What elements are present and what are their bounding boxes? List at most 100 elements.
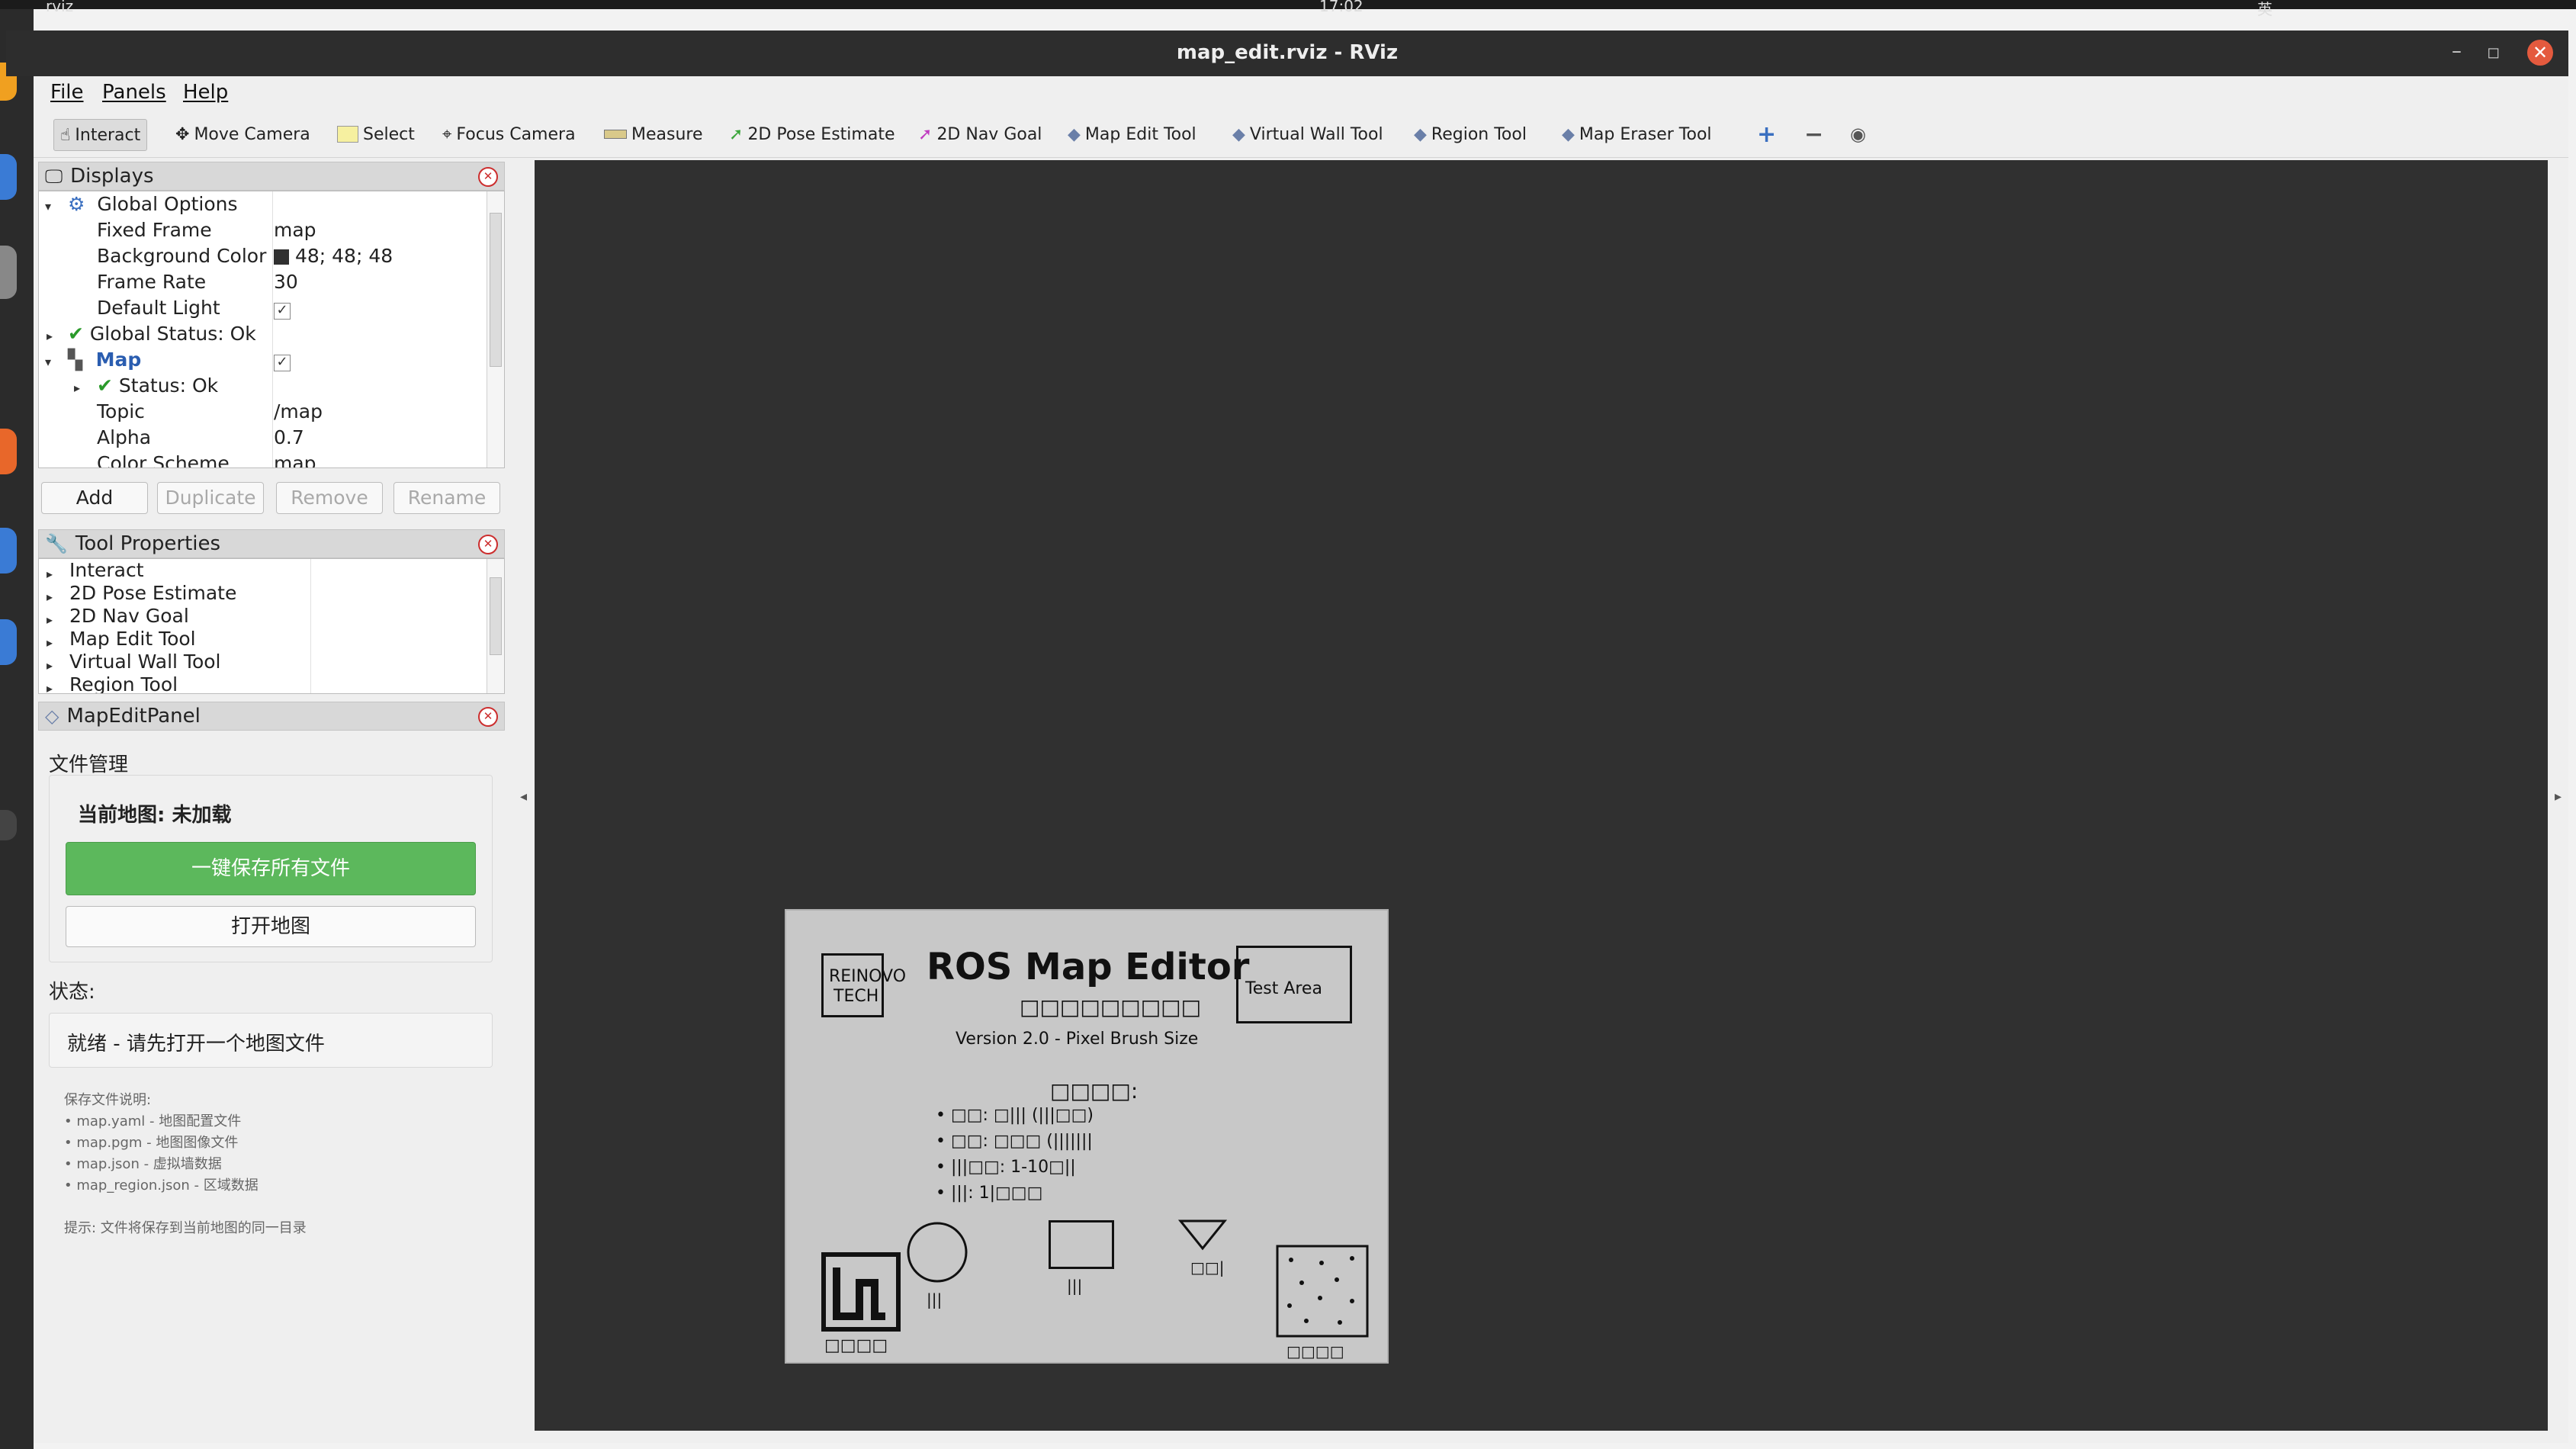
bg-color-value[interactable]: 48; 48; 48 [274,243,393,269]
chevron-right-icon[interactable]: ▸ [47,329,53,343]
tool-prop-item[interactable]: 2D Nav Goal [69,605,189,628]
tool-2d-nav-goal[interactable]: ➚ 2D Nav Goal [918,119,1042,149]
alpha-value[interactable]: 0.7 [274,425,304,451]
tool-move-camera[interactable]: ✥ Move Camera [175,119,310,149]
menu-file[interactable]: File [50,81,84,104]
tool-label: Map Edit Tool [1084,124,1196,144]
tool-focus-camera[interactable]: ⌖ Focus Camera [442,119,576,149]
map-status-row[interactable]: ✔ Status: Ok [97,373,218,399]
eye-icon[interactable]: ◉ [1850,119,1866,149]
global-options-label: Global Options [97,193,238,215]
dock-app-icon[interactable] [0,528,17,573]
gear-icon: ⚙ [68,193,85,215]
tool-measure[interactable]: Measure [604,119,703,149]
chevron-right-icon[interactable]: ▸ [47,567,53,581]
clock[interactable]: 17:02 [1319,0,1363,15]
tool-map-eraser[interactable]: ◆ Map Eraser Tool [1562,119,1712,149]
feature-line: • □□: □□□ (||||||| [936,1132,1093,1151]
color-scheme-value[interactable]: map [274,451,316,467]
logo-line-2: TECH [834,987,879,1006]
fixed-frame-value[interactable]: map [274,217,316,243]
map-enabled-checkbox[interactable]: ✓ [274,347,291,373]
displays-panel-header: 🖵 Displays ✕ [38,162,505,191]
remove-display-button[interactable]: Remove [276,482,383,514]
default-light-checkbox[interactable]: ✓ [274,295,291,321]
bg-color-label: Background Color [97,245,267,267]
global-status-label: Global Status: Ok [89,323,256,345]
tool-region[interactable]: ◆ Region Tool [1414,119,1527,149]
chevron-right-icon[interactable]: ▸ [74,381,80,395]
chevron-right-icon[interactable]: ▸ [47,681,53,693]
add-tool-icon[interactable]: + [1757,119,1776,149]
tool-interact[interactable]: ☝ Interact [53,119,148,151]
chevron-right-icon[interactable]: ▸ [47,612,53,627]
chevron-right-icon[interactable]: ▸ [47,658,53,673]
features-title: □□□□: [1050,1078,1139,1104]
duplicate-display-button[interactable]: Duplicate [157,482,264,514]
tool-properties-scrollbar[interactable] [487,559,504,693]
add-display-button[interactable]: Add [41,482,148,514]
open-map-button[interactable]: 打开地图 [66,906,476,947]
tool-prop-item[interactable]: Interact [69,559,144,582]
dock-app-icon[interactable] [0,429,17,474]
scrollbar-handle[interactable] [490,577,502,655]
tool-2d-pose-estimate[interactable]: ➚ 2D Pose Estimate [729,119,895,149]
frame-rate-value[interactable]: 30 [274,269,298,295]
minimize-button[interactable]: – [2452,40,2462,63]
feature-line: • |||□□: 1-10□|| [936,1158,1076,1177]
menu-help[interactable]: Help [183,81,228,104]
maximize-button[interactable]: ◻ [2487,43,2500,61]
tool-label: Measure [631,124,703,144]
tool-select[interactable]: Select [337,119,415,149]
tool-virtual-wall[interactable]: ◆ Virtual Wall Tool [1232,119,1383,149]
global-status-row[interactable]: ✔ Global Status: Ok [68,321,256,347]
global-options-row[interactable]: ⚙ Global Options [68,191,237,217]
color-swatch [274,249,289,265]
remove-tool-icon[interactable]: − [1804,119,1823,149]
save-all-button[interactable]: 一键保存所有文件 [66,842,476,895]
tool-label: Move Camera [194,124,310,144]
monitor-icon: 🖵 [45,165,63,187]
close-window-button[interactable]: ✕ [2527,40,2553,66]
chevron-right-icon[interactable]: ▸ [47,590,53,604]
rename-display-button[interactable]: Rename [393,482,500,514]
map-display-row[interactable]: ▚ Map [68,347,141,373]
dock-app-icon[interactable] [0,246,17,299]
tool-prop-item[interactable]: 2D Pose Estimate [69,582,236,605]
chevron-down-icon[interactable]: ▾ [45,199,51,214]
status-label: 状态: [49,981,95,1004]
left-dock [0,9,34,1449]
collapse-left-handle[interactable]: ◂ [520,789,527,805]
dock-app-icon[interactable] [0,154,17,200]
tool-map-edit[interactable]: ◆ Map Edit Tool [1068,119,1196,149]
displays-scrollbar[interactable] [487,191,504,467]
map-status-label: Status: Ok [118,374,219,397]
diamond-icon: ◆ [1562,124,1575,144]
collapse-right-handle[interactable]: ▸ [2555,789,2562,805]
topic-value[interactable]: /map [274,399,323,425]
dock-app-icon[interactable] [0,810,17,840]
tool-prop-item[interactable]: Region Tool [69,673,178,693]
map-icon: ▚ [68,349,83,371]
app-menu[interactable]: rviz [46,0,73,15]
close-panel-icon[interactable]: ✕ [478,707,498,727]
menu-panels[interactable]: Panels [102,81,166,104]
scrollbar-handle[interactable] [490,213,502,367]
close-panel-icon[interactable]: ✕ [478,535,498,554]
tool-label: Focus Camera [456,124,576,144]
close-panel-icon[interactable]: ✕ [478,167,498,187]
file-management-label: 文件管理 [49,753,129,776]
current-map-label: 当前地图: 未加载 [78,804,232,827]
diamond-icon: ◆ [1068,124,1081,144]
feature-line: • □□: □||| (|||□□) [936,1106,1094,1125]
map-edit-panel-title: MapEditPanel [66,705,201,728]
tool-prop-item[interactable]: Map Edit Tool [69,628,196,651]
chevron-right-icon[interactable]: ▸ [47,635,53,650]
dock-app-icon[interactable] [0,619,17,665]
chevron-down-icon[interactable]: ▾ [45,355,51,369]
tool-label: Region Tool [1431,124,1527,144]
diamond-icon: ◆ [1232,124,1245,144]
input-method[interactable]: 英 [2257,0,2272,19]
tool-prop-item[interactable]: Virtual Wall Tool [69,651,220,673]
maze-symbol [821,1252,901,1332]
